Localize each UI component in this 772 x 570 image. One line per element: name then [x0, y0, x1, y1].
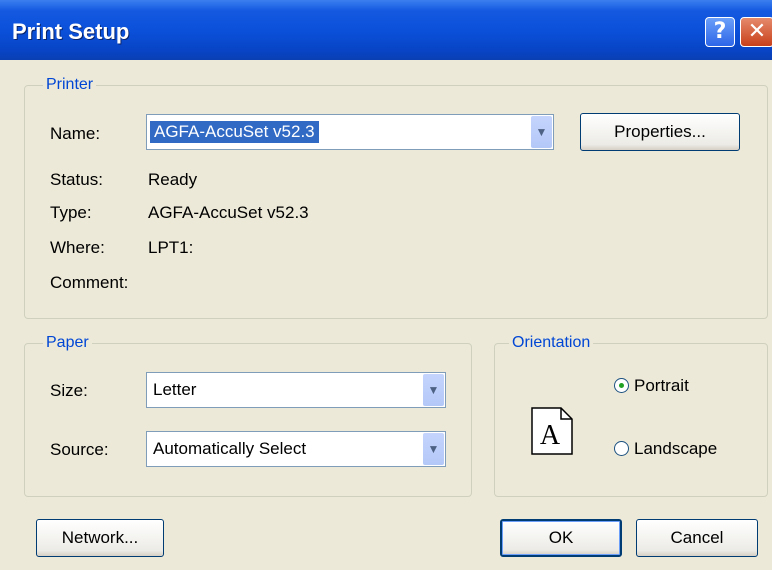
type-value: AGFA-AccuSet v52.3 — [148, 203, 309, 222]
network-button[interactable]: Network... — [36, 519, 164, 557]
type-label: Type: — [50, 203, 92, 222]
cancel-button-label: Cancel — [670, 528, 724, 547]
dialog-title: Print Setup — [12, 19, 130, 44]
close-icon: ✕ — [747, 19, 767, 44]
paper-size-select[interactable]: Letter ▼ — [146, 372, 446, 408]
cancel-button[interactable]: Cancel — [636, 519, 758, 557]
source-label: Source: — [50, 440, 109, 459]
portrait-radio[interactable]: Portrait — [614, 375, 724, 399]
paper-size-value: Letter — [153, 380, 197, 399]
paper-group: Paper — [24, 334, 472, 497]
ok-button[interactable]: OK — [500, 519, 622, 557]
network-button-label: Network... — [61, 528, 139, 547]
paper-legend: Paper — [43, 334, 92, 352]
portrait-label: Portrait — [634, 376, 689, 395]
properties-button-label: Properties... — [614, 122, 706, 141]
portrait-radio-circle[interactable] — [614, 378, 629, 393]
where-label: Where: — [50, 238, 105, 257]
landscape-radio[interactable]: Landscape — [614, 438, 744, 462]
printer-legend: Printer — [43, 76, 97, 94]
help-icon: ? — [713, 19, 727, 44]
paper-source-value: Automatically Select — [153, 439, 307, 458]
title-bar: Print Setup ? ✕ — [0, 0, 772, 60]
status-label: Status: — [50, 170, 103, 189]
page-preview-letter: A — [540, 420, 561, 451]
comment-label: Comment: — [50, 273, 129, 292]
chevron-down-icon[interactable]: ▼ — [531, 116, 552, 148]
landscape-radio-circle[interactable] — [614, 441, 629, 456]
where-value: LPT1: — [148, 238, 194, 257]
chevron-down-icon[interactable]: ▼ — [423, 433, 444, 465]
landscape-label: Landscape — [634, 439, 718, 458]
chevron-down-icon[interactable]: ▼ — [423, 374, 444, 406]
portrait-page-icon: A — [531, 407, 573, 455]
paper-source-select[interactable]: Automatically Select ▼ — [146, 431, 446, 467]
name-label: Name: — [50, 124, 101, 143]
ok-button-label: OK — [548, 528, 574, 547]
help-button[interactable]: ? — [705, 17, 735, 47]
size-label: Size: — [50, 381, 88, 400]
printer-name-value: AGFA-AccuSet v52.3 — [150, 121, 319, 143]
radio-selected-dot — [619, 383, 624, 388]
printer-name-select[interactable]: AGFA-AccuSet v52.3 ▼ — [146, 114, 554, 150]
close-button[interactable]: ✕ — [740, 17, 772, 47]
status-value: Ready — [148, 170, 198, 189]
orientation-legend: Orientation — [509, 334, 594, 352]
properties-button[interactable]: Properties... — [580, 113, 740, 151]
